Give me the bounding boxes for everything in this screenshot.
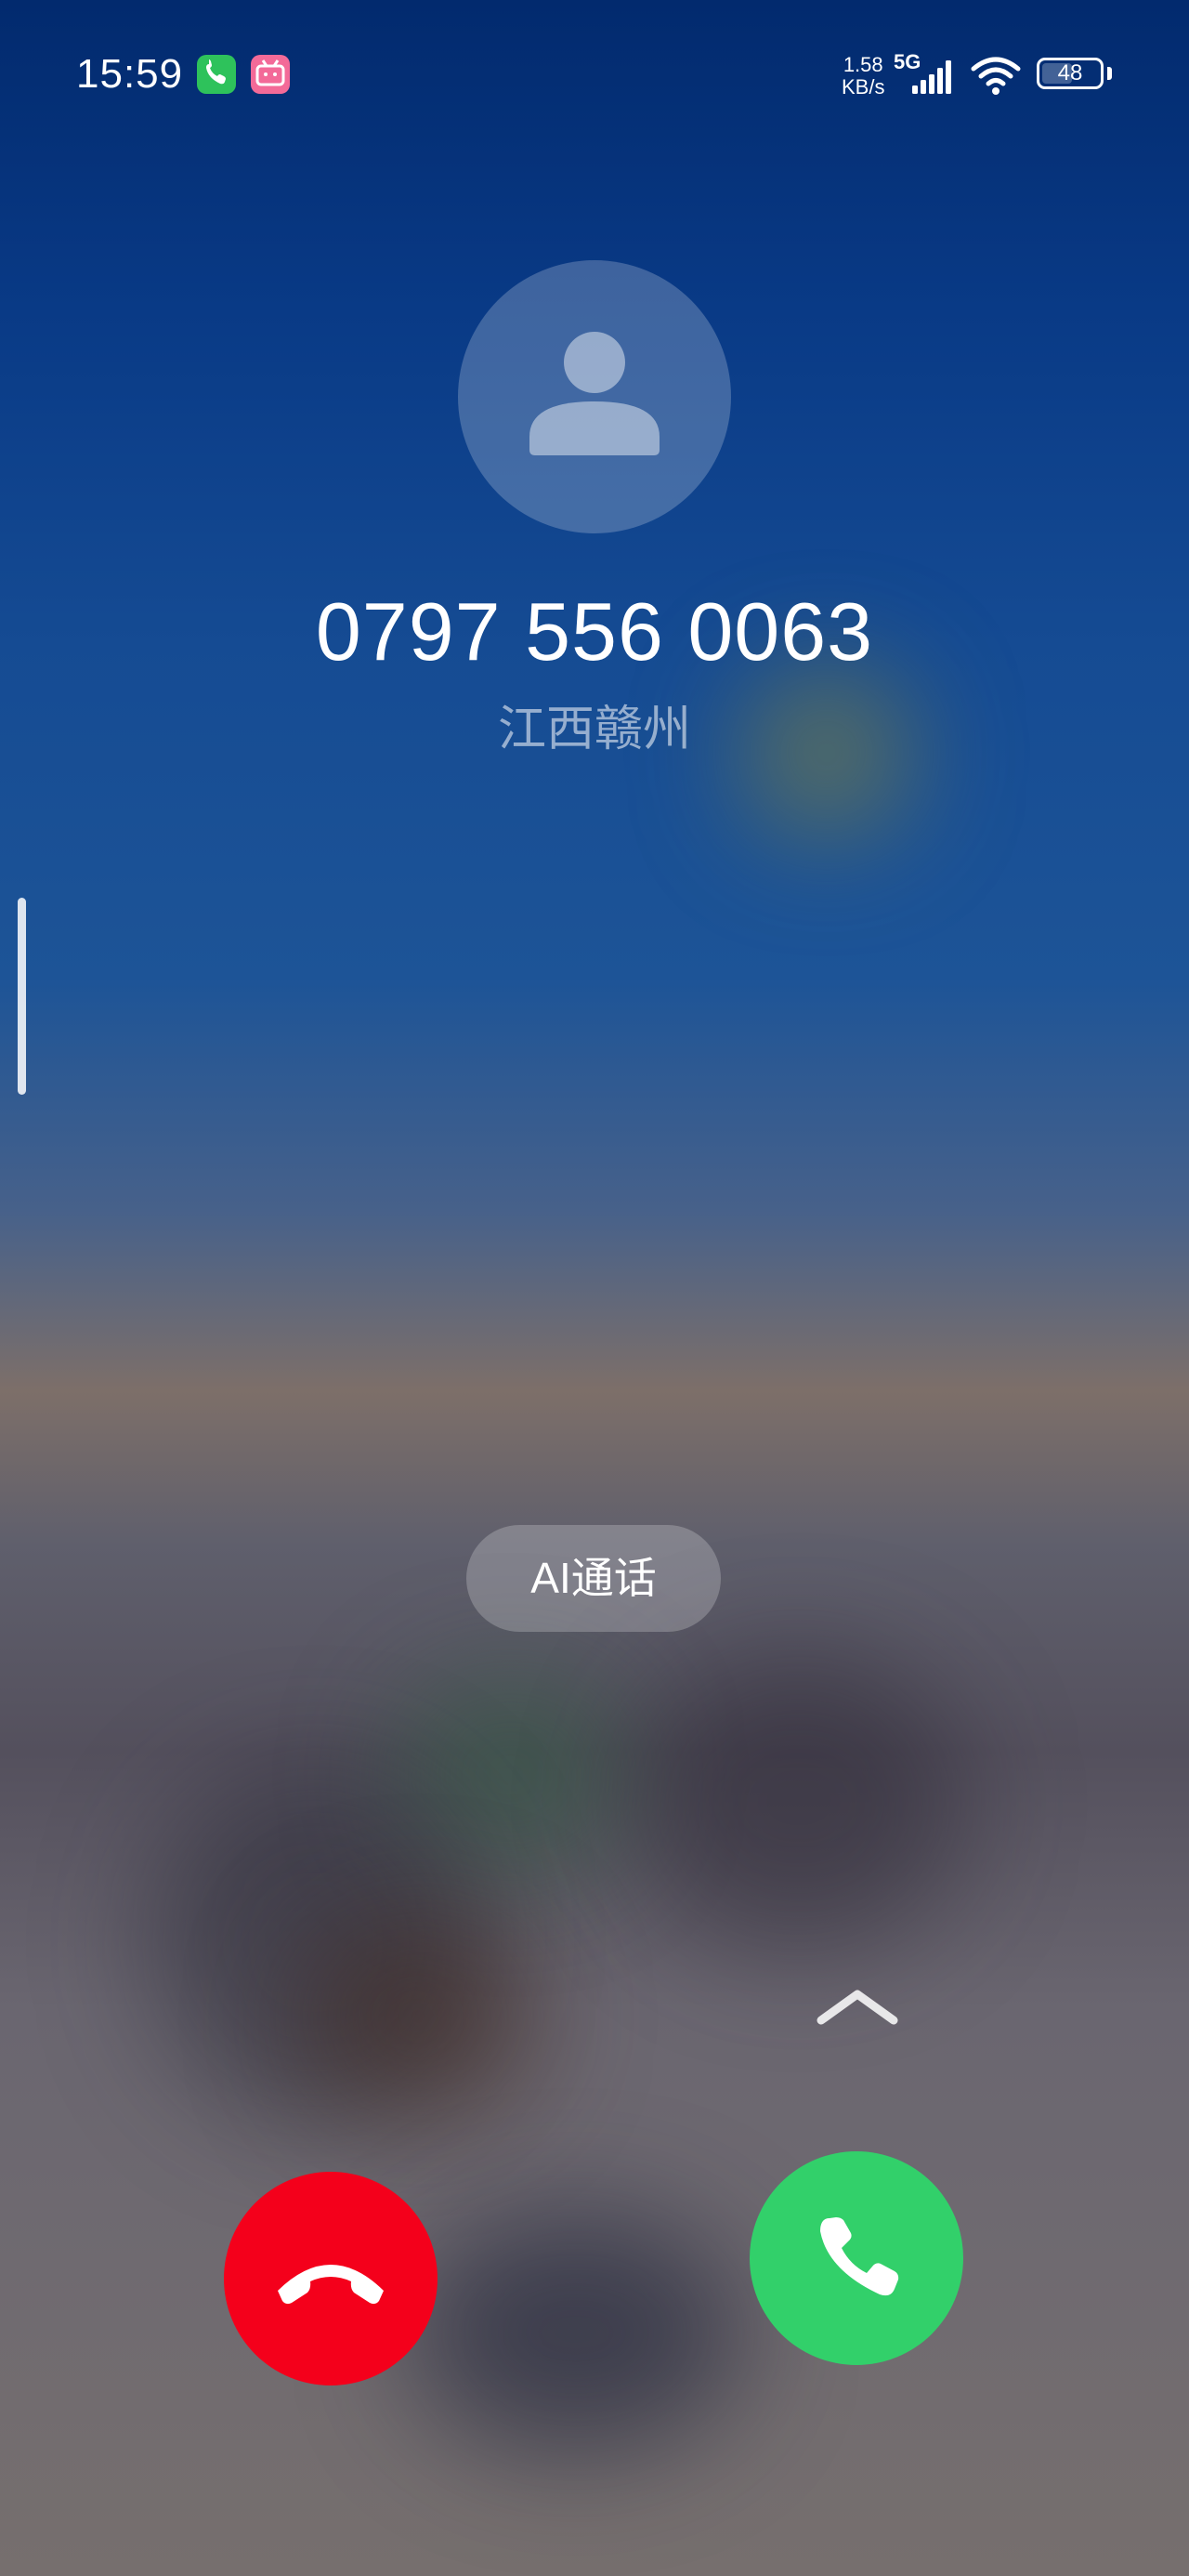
bilibili-icon — [251, 55, 290, 94]
status-time: 15:59 — [76, 51, 184, 97]
hang-up-icon — [278, 2265, 384, 2305]
background-blur-green — [390, 1673, 632, 1877]
network-speed-value: 1.58 — [843, 53, 883, 76]
background-blur-dark-left — [149, 1766, 483, 2119]
caller-number: 0797 556 0063 — [315, 585, 874, 677]
status-bar: 15:59 1.58 KB/s 5G 48 — [0, 0, 1189, 149]
background-blur-brown — [297, 1914, 539, 2119]
chevron-up-icon[interactable] — [814, 1985, 901, 2028]
network-speed-unit: KB/s — [842, 75, 885, 99]
side-panel-handle[interactable] — [18, 898, 26, 1095]
signal-bars-icon — [912, 60, 951, 94]
answer-call-button[interactable] — [750, 2151, 963, 2365]
caller-avatar — [458, 260, 731, 533]
caller-location: 江西赣州 — [497, 703, 691, 756]
battery-indicator: 48 — [1037, 58, 1104, 89]
phone-answer-icon — [820, 2217, 899, 2296]
background-blur-dark-right — [632, 1654, 966, 1952]
background-blur-navy — [409, 2212, 743, 2453]
ai-call-button[interactable]: AI通话 — [466, 1525, 721, 1632]
battery-tip — [1107, 67, 1112, 80]
wifi-icon — [971, 57, 1021, 95]
network-speed: 1.58 KB/s — [842, 54, 884, 99]
decline-call-button[interactable] — [224, 2172, 438, 2385]
phone-icon — [197, 55, 236, 94]
person-icon — [529, 332, 660, 455]
battery-level: 48 — [1057, 60, 1083, 85]
